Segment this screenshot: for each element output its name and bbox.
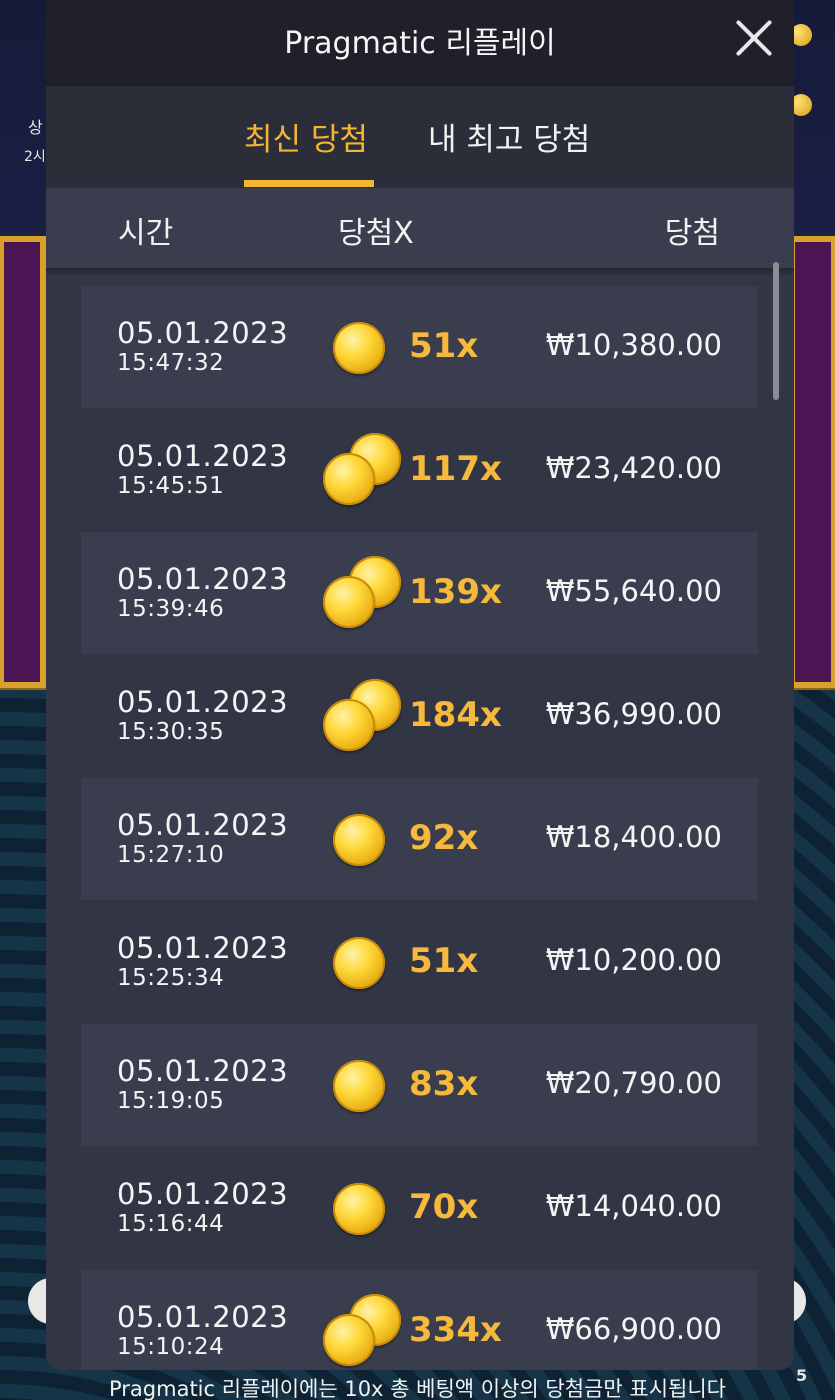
list-item[interactable]: 05.01.2023 15:39:46 139x ₩55,640.00	[81, 532, 758, 654]
modal-header: Pragmatic 리플레이	[46, 0, 794, 86]
coin-icon	[333, 1183, 385, 1235]
active-tab-indicator	[244, 180, 374, 187]
win-amount: ₩20,790.00	[545, 1066, 722, 1100]
win-multiplier: 117x	[409, 449, 502, 489]
win-multiplier: 334x	[409, 1310, 502, 1350]
win-time: 15:25:34	[117, 965, 225, 991]
win-date: 05.01.2023	[117, 685, 289, 719]
coin-stack-icon	[323, 1294, 401, 1370]
list-item[interactable]: 05.01.2023 15:25:34 51x ₩10,200.00	[81, 901, 758, 1023]
list-item[interactable]: 05.01.2023 15:45:51 117x ₩23,420.00	[81, 409, 758, 531]
replay-modal: Pragmatic 리플레이 최신 당첨 내 최고 당첨 시간 당첨X 당첨 0…	[46, 0, 794, 1370]
coin-stack-icon	[323, 556, 401, 632]
win-date: 05.01.2023	[117, 562, 289, 596]
coin-icon	[323, 576, 375, 628]
coin-stack-icon	[323, 679, 401, 755]
coin-icon	[323, 1048, 399, 1124]
win-date: 05.01.2023	[117, 931, 289, 965]
win-amount: ₩66,900.00	[545, 1312, 722, 1346]
win-time: 15:30:35	[117, 719, 225, 745]
win-date: 05.01.2023	[117, 808, 289, 842]
scrollbar[interactable]	[773, 262, 779, 400]
header-shadow	[46, 268, 794, 276]
win-multiplier: 139x	[409, 572, 502, 612]
right-gold-frame	[789, 236, 835, 688]
tab-bar: 최신 당첨 내 최고 당첨	[46, 86, 794, 188]
left-gold-frame	[0, 236, 46, 688]
win-amount: ₩10,380.00	[545, 328, 722, 362]
background-label: 2시	[24, 149, 46, 165]
footer-note: Pragmatic 리플레이에는 10x 총 베팅액 이상의 당첨금만 표시됩니…	[109, 1377, 726, 1400]
list-item[interactable]: 05.01.2023 15:27:10 92x ₩18,400.00	[81, 778, 758, 900]
coin-icon	[323, 453, 375, 505]
win-date: 05.01.2023	[117, 1300, 289, 1334]
win-multiplier: 51x	[409, 941, 479, 981]
coin-icon	[333, 1060, 385, 1112]
wins-list: 05.01.2023 15:47:32 51x ₩10,380.00 05.01.202…	[81, 286, 758, 1370]
list-item[interactable]: 05.01.2023 15:16:44 70x ₩14,040.00	[81, 1147, 758, 1269]
list-item[interactable]: 05.01.2023 15:30:35 184x ₩36,990.00	[81, 655, 758, 777]
coin-icon	[323, 699, 375, 751]
win-time: 15:10:24	[117, 1334, 225, 1360]
win-multiplier: 83x	[409, 1064, 479, 1104]
win-multiplier: 51x	[409, 326, 479, 366]
win-multiplier: 70x	[409, 1187, 479, 1227]
win-time: 15:19:05	[117, 1088, 225, 1114]
win-date: 05.01.2023	[117, 1177, 289, 1211]
coin-icon	[333, 322, 385, 374]
coin-icon	[323, 925, 399, 1001]
column-header-multiplier: 당첨X	[338, 216, 414, 251]
coin-stack-icon	[323, 433, 401, 509]
column-header-win: 당첨	[664, 216, 720, 251]
coin-icon	[323, 1314, 375, 1366]
win-date: 05.01.2023	[117, 439, 289, 473]
win-amount: ₩55,640.00	[545, 574, 722, 608]
background-label: 상	[28, 118, 43, 137]
coin-icon	[323, 802, 399, 878]
list-item[interactable]: 05.01.2023 15:10:24 334x ₩66,900.00	[81, 1270, 758, 1370]
close-icon[interactable]	[734, 18, 774, 58]
coin-icon	[323, 310, 399, 386]
win-time: 15:45:51	[117, 473, 225, 499]
win-amount: ₩36,990.00	[545, 697, 722, 731]
list-item[interactable]: 05.01.2023 15:19:05 83x ₩20,790.00	[81, 1024, 758, 1146]
tab-my-best-wins[interactable]: 내 최고 당첨	[428, 114, 590, 159]
win-amount: ₩14,040.00	[545, 1189, 722, 1223]
win-time: 15:39:46	[117, 596, 225, 622]
win-amount: ₩10,200.00	[545, 943, 722, 977]
modal-title: Pragmatic 리플레이	[284, 26, 556, 61]
coin-icon	[333, 814, 385, 866]
win-time: 15:16:44	[117, 1211, 225, 1237]
win-date: 05.01.2023	[117, 1054, 289, 1088]
table-header: 시간 당첨X 당첨	[46, 188, 794, 268]
coin-icon	[333, 937, 385, 989]
win-date: 05.01.2023	[117, 316, 289, 350]
column-header-time: 시간	[118, 216, 174, 251]
coin-icon	[323, 1171, 399, 1247]
tab-latest-wins[interactable]: 최신 당첨	[244, 114, 368, 159]
win-time: 15:27:10	[117, 842, 225, 868]
win-amount: ₩23,420.00	[545, 451, 722, 485]
list-item[interactable]: 05.01.2023 15:47:32 51x ₩10,380.00	[81, 286, 758, 408]
win-time: 15:47:32	[117, 350, 225, 376]
win-amount: ₩18,400.00	[545, 820, 722, 854]
win-multiplier: 184x	[409, 695, 502, 735]
win-multiplier: 92x	[409, 818, 479, 858]
